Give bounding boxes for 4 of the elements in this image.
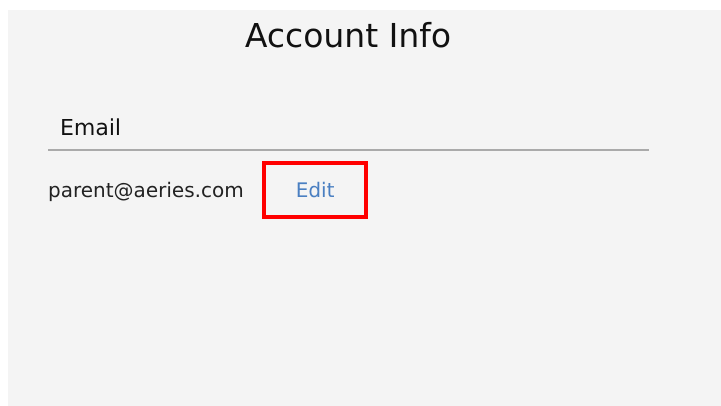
email-value: parent@aeries.com bbox=[48, 176, 244, 204]
page-title: Account Info bbox=[244, 15, 452, 54]
field-label: Email bbox=[48, 116, 649, 151]
edit-link[interactable]: Edit bbox=[262, 160, 368, 219]
